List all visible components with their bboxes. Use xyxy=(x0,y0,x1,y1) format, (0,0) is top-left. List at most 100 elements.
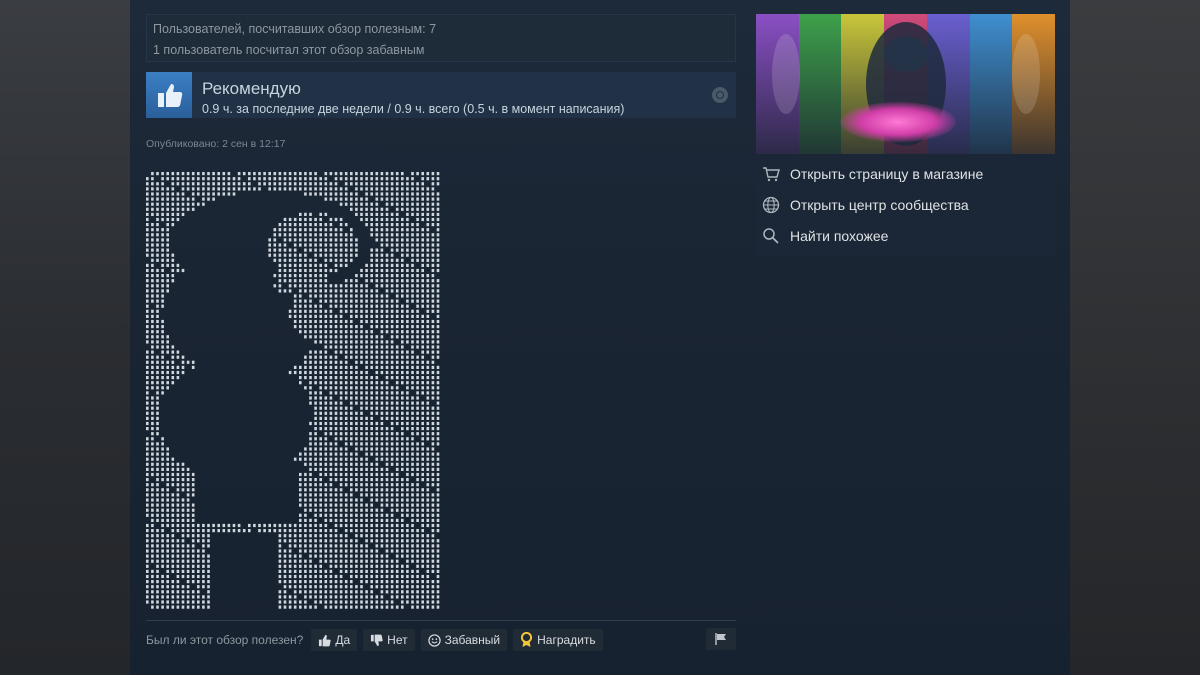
ascii-glyph xyxy=(436,432,440,436)
ascii-glyph xyxy=(324,192,328,196)
ascii-glyph xyxy=(350,437,353,441)
ascii-glyph xyxy=(436,197,440,201)
ascii-glyph xyxy=(202,605,205,609)
ascii-glyph xyxy=(395,263,399,267)
ascii-glyph xyxy=(288,559,292,563)
ascii-glyph xyxy=(166,192,169,196)
award-button[interactable]: Наградить xyxy=(513,629,603,651)
ascii-glyph xyxy=(431,325,435,329)
ascii-glyph xyxy=(151,207,154,211)
ascii-glyph xyxy=(314,462,317,466)
ascii-glyph xyxy=(263,523,266,528)
ascii-glyph xyxy=(355,564,358,568)
ascii-glyph xyxy=(344,376,348,380)
ascii-glyph xyxy=(202,523,205,528)
ascii-glyph xyxy=(329,585,333,589)
ascii-glyph xyxy=(406,391,409,395)
ascii-glyph xyxy=(314,304,317,308)
ascii-glyph xyxy=(380,223,384,227)
vote-no-button[interactable]: Нет xyxy=(363,629,415,651)
game-link-0[interactable]: Открыть страницу в магазине xyxy=(762,166,983,182)
ascii-glyph xyxy=(278,228,282,232)
ascii-glyph xyxy=(436,381,440,385)
ascii-glyph xyxy=(421,442,424,446)
ascii-glyph xyxy=(431,192,435,196)
ascii-glyph xyxy=(319,187,322,191)
ascii-glyph xyxy=(380,197,384,201)
ascii-glyph xyxy=(207,554,210,558)
ascii-glyph xyxy=(436,580,440,584)
ascii-glyph xyxy=(151,355,154,359)
ascii-glyph xyxy=(401,177,404,181)
ascii-glyph xyxy=(411,330,414,334)
ascii-glyph xyxy=(426,319,430,324)
game-link-2[interactable]: Найти похожее xyxy=(762,227,888,245)
ascii-glyph xyxy=(370,401,373,405)
game-capsule-image[interactable] xyxy=(756,14,1055,154)
ascii-glyph xyxy=(334,478,338,482)
ascii-glyph xyxy=(156,223,159,227)
ascii-glyph xyxy=(385,350,389,354)
ascii-glyph xyxy=(385,574,389,579)
ascii-glyph xyxy=(390,447,394,451)
ascii-glyph xyxy=(339,447,343,451)
ascii-glyph xyxy=(416,314,419,318)
ascii-glyph xyxy=(146,508,149,512)
ascii-glyph xyxy=(436,335,440,339)
ascii-glyph xyxy=(212,172,215,176)
ascii-glyph xyxy=(288,529,292,533)
ascii-glyph xyxy=(166,508,169,512)
ascii-glyph xyxy=(242,172,246,176)
ascii-glyph xyxy=(319,411,322,415)
ascii-glyph xyxy=(324,518,328,522)
ascii-glyph xyxy=(171,197,175,201)
vote-funny-button[interactable]: Забавный xyxy=(420,629,508,651)
ascii-glyph xyxy=(416,432,419,436)
ascii-glyph xyxy=(334,381,338,385)
ascii-glyph xyxy=(146,182,149,186)
ascii-glyph xyxy=(360,330,363,334)
ascii-glyph xyxy=(436,442,440,446)
ascii-glyph xyxy=(166,585,169,589)
ascii-glyph xyxy=(375,376,379,380)
report-flag-button[interactable] xyxy=(706,628,736,650)
vote-yes-button[interactable]: Да xyxy=(311,629,358,651)
ascii-glyph xyxy=(161,238,164,242)
ascii-glyph xyxy=(360,268,363,273)
ascii-glyph xyxy=(426,605,430,609)
ascii-glyph xyxy=(395,172,399,176)
ascii-glyph xyxy=(401,228,404,232)
ascii-glyph xyxy=(350,462,353,466)
ascii-glyph xyxy=(380,217,384,222)
ascii-glyph xyxy=(314,529,317,533)
ascii-glyph xyxy=(421,457,424,461)
ascii-glyph xyxy=(375,233,379,237)
ascii-glyph xyxy=(416,238,419,242)
ascii-glyph xyxy=(380,452,384,456)
ascii-glyph xyxy=(370,437,373,441)
ascii-glyph xyxy=(365,595,368,599)
ascii-glyph xyxy=(416,421,419,426)
ascii-glyph xyxy=(314,248,317,252)
ascii-glyph xyxy=(380,335,384,339)
ascii-glyph xyxy=(411,238,414,242)
ascii-glyph xyxy=(355,172,358,176)
ascii-glyph xyxy=(395,472,399,477)
ascii-glyph xyxy=(436,355,440,359)
ascii-glyph xyxy=(365,314,368,318)
ascii-glyph xyxy=(385,462,389,466)
ascii-glyph xyxy=(156,386,159,390)
ascii-glyph xyxy=(360,534,363,538)
ascii-glyph xyxy=(360,564,363,568)
ascii-glyph xyxy=(411,600,414,604)
ascii-glyph xyxy=(375,472,379,477)
game-link-1[interactable]: Открыть центр сообщества xyxy=(762,196,969,214)
ascii-glyph xyxy=(151,325,154,329)
ascii-glyph xyxy=(395,569,399,573)
ascii-glyph xyxy=(339,432,343,436)
ascii-glyph xyxy=(426,462,430,466)
ascii-glyph xyxy=(319,498,322,502)
ascii-glyph xyxy=(151,172,154,176)
ascii-glyph xyxy=(304,192,307,196)
ascii-glyph xyxy=(375,488,379,492)
